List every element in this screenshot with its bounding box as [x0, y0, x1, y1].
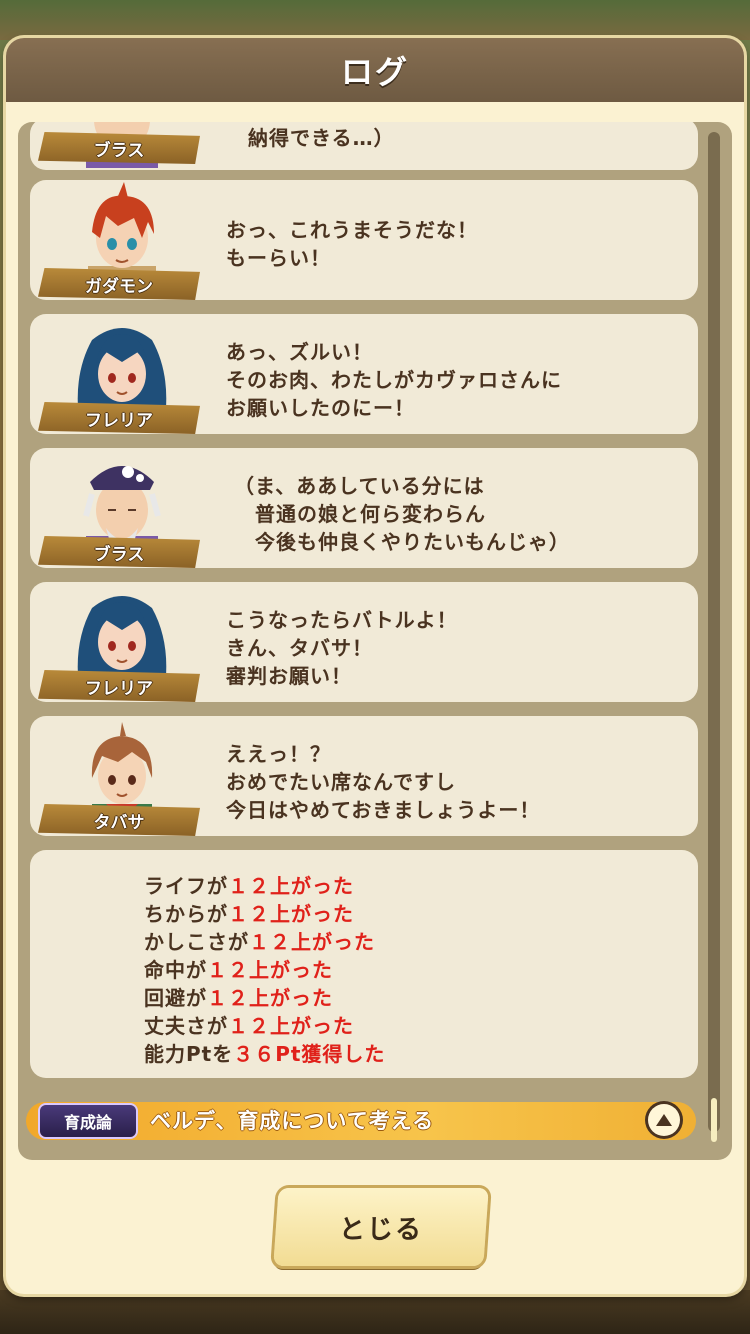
message-text: おっ、これうまそうだな！ もーらい！ [226, 218, 478, 270]
message-text: （ま、ああしている分には 普通の娘と何ら変わらん 今後も仲良くやりたいもんじゃ） [234, 474, 570, 554]
chapter-bar[interactable]: 育成論 ベルデ、育成について考える [26, 1102, 696, 1140]
log-entry: ブラス （ま、ああしている分には 普通の娘と何ら変わらん 今後も仲良くやりたいも… [30, 448, 698, 568]
speaker-name: タバサ [93, 812, 145, 833]
triangle-up-icon [656, 1114, 672, 1126]
speaker-name: ガダモン [85, 276, 153, 297]
stat-line: ライフが１２上がった [144, 874, 354, 898]
stat-line: 命中が１２上がった [144, 958, 333, 982]
speaker-name: フレリア [85, 410, 153, 431]
dialog-header: ログ [6, 38, 744, 102]
speaker-name: ブラス [93, 140, 145, 161]
chapter-title: ベルデ、育成について考える [150, 1109, 435, 1133]
close-button-label: とじる [338, 1214, 423, 1245]
log-entry: ガダモン おっ、これうまそうだな！ もーらい！ [30, 180, 698, 300]
speaker-name: フレリア [85, 678, 153, 699]
nameplate: ガダモン [38, 268, 200, 300]
stat-line: かしこさが１２上がった [144, 930, 375, 954]
message-text: あっ、ズルい！ そのお肉、わたしがカヴァロさんに お願いしたのにー！ [226, 340, 562, 420]
scrollbar-thumb[interactable] [711, 1098, 717, 1142]
log-entry: フレリア こうなったらバトルよ！ きん、タバサ！ 審判お願い！ [30, 582, 698, 702]
message-text: ええっ！？ おめでたい席なんですし 今日はやめておきましょうよー！ [226, 742, 541, 822]
stat-line: 能力Ptを３６Pt獲得した [144, 1042, 386, 1066]
stat-result-box: ライフが１２上がった ちからが１２上がった かしこさが１２上がった 命中が１２上… [30, 850, 698, 1078]
collapse-button[interactable] [648, 1104, 680, 1136]
stat-line: 回避が１２上がった [144, 986, 333, 1010]
scrollbar-track[interactable] [708, 132, 720, 1132]
stat-line: ちからが１２上がった [144, 902, 354, 926]
nameplate: フレリア [38, 402, 200, 434]
message-text: 納得できる…） [248, 126, 395, 150]
speaker-name: ブラス [93, 544, 145, 565]
close-button[interactable]: とじる [273, 1188, 489, 1266]
nameplate: フレリア [38, 670, 200, 702]
log-entry: フレリア あっ、ズルい！ そのお肉、わたしがカヴァロさんに お願いしたのにー！ [30, 314, 698, 434]
log-list[interactable]: ブラス 納得できる…） ガダモン おっ、これうまそうだな！ もーらい！ フレリア… [18, 122, 732, 1160]
message-text: こうなったらバトルよ！ きん、タバサ！ 審判お願い！ [226, 608, 458, 688]
stat-line: 丈夫さが１２上がった [144, 1014, 354, 1038]
background-top [0, 0, 750, 40]
log-dialog: ログ ブラス 納得できる…） ガダモン おっ、これうまそうだな！ もーらい！ フ… [6, 38, 744, 1294]
log-entry: タバサ ええっ！？ おめでたい席なんですし 今日はやめておきましょうよー！ [30, 716, 698, 836]
nameplate: タバサ [38, 804, 200, 836]
background-bottom [0, 1290, 750, 1334]
nameplate: ブラス [38, 132, 200, 164]
log-entry: ブラス 納得できる…） [30, 122, 698, 170]
nameplate: ブラス [38, 536, 200, 568]
dialog-title: ログ [340, 53, 409, 91]
chapter-badge: 育成論 [40, 1105, 136, 1137]
